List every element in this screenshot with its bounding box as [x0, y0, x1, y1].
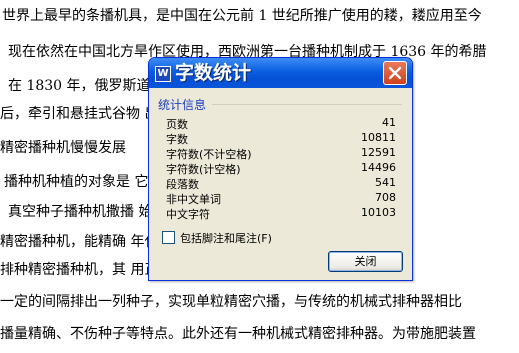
document-line: 世界上最早的条播机具，是中国在公元前 1 世纪所推广使用的耧，耧应用至今	[2, 8, 482, 24]
stat-label: 字数	[166, 133, 188, 146]
statistics-group-title: 统计信息	[158, 98, 207, 112]
stat-label: 段落数	[166, 178, 199, 191]
stat-row-words: 字数 10811	[166, 131, 396, 146]
document-line: 一定的间隔排出一列种子，实现单粒精密穴播，与传统的机械式排种器相比	[0, 294, 462, 310]
stat-row-chars-no-spaces: 字符数(不计空格) 12591	[166, 146, 396, 161]
stat-row-non-chinese-words: 非中文单词 708	[166, 191, 396, 206]
dialog-title: 字数统计	[175, 62, 252, 84]
stat-label: 非中文单词	[166, 193, 221, 206]
close-window-button[interactable]	[383, 61, 407, 85]
stat-row-pages: 页数 41	[166, 116, 396, 131]
stat-value: 10811	[361, 131, 396, 144]
close-button[interactable]: 关闭	[328, 251, 403, 272]
document-line: 播量精确、不伤种子等特点。此外还有一种机械式精密排种器。为带施肥装置	[0, 326, 476, 342]
stat-value: 41	[382, 116, 396, 129]
dialog-titlebar[interactable]: W 字数统计	[149, 58, 412, 88]
stat-value: 708	[375, 191, 396, 204]
stat-label: 中文字符	[166, 208, 210, 221]
stat-row-chinese-chars: 中文字符 10103	[166, 206, 396, 221]
stat-row-chars-with-spaces: 字符数(计空格) 14496	[166, 161, 396, 176]
include-footnotes-checkbox[interactable]	[162, 231, 175, 244]
stat-label: 字符数(不计空格)	[166, 148, 252, 161]
stat-value: 10103	[361, 206, 396, 219]
include-footnotes-label[interactable]: 包括脚注和尾注(F)	[180, 230, 272, 246]
stat-value: 541	[375, 176, 396, 189]
dialog-body: 统计信息 页数 41 字数 10811 字符数(不计空格) 12591 字符数(…	[152, 88, 409, 277]
word-count-dialog: W 字数统计 统计信息 页数 41 字数 10811 字符数(不计空格) 125…	[148, 57, 413, 281]
document-line: 精密播种机慢慢发展	[0, 140, 126, 156]
stat-value: 12591	[361, 146, 396, 159]
wps-app-icon: W	[155, 66, 171, 82]
stat-label: 页数	[166, 118, 188, 131]
close-icon	[388, 66, 402, 80]
group-divider	[212, 104, 402, 105]
stat-value: 14496	[361, 161, 396, 174]
stat-label: 字符数(计空格)	[166, 163, 241, 176]
stat-row-paragraphs: 段落数 541	[166, 176, 396, 191]
